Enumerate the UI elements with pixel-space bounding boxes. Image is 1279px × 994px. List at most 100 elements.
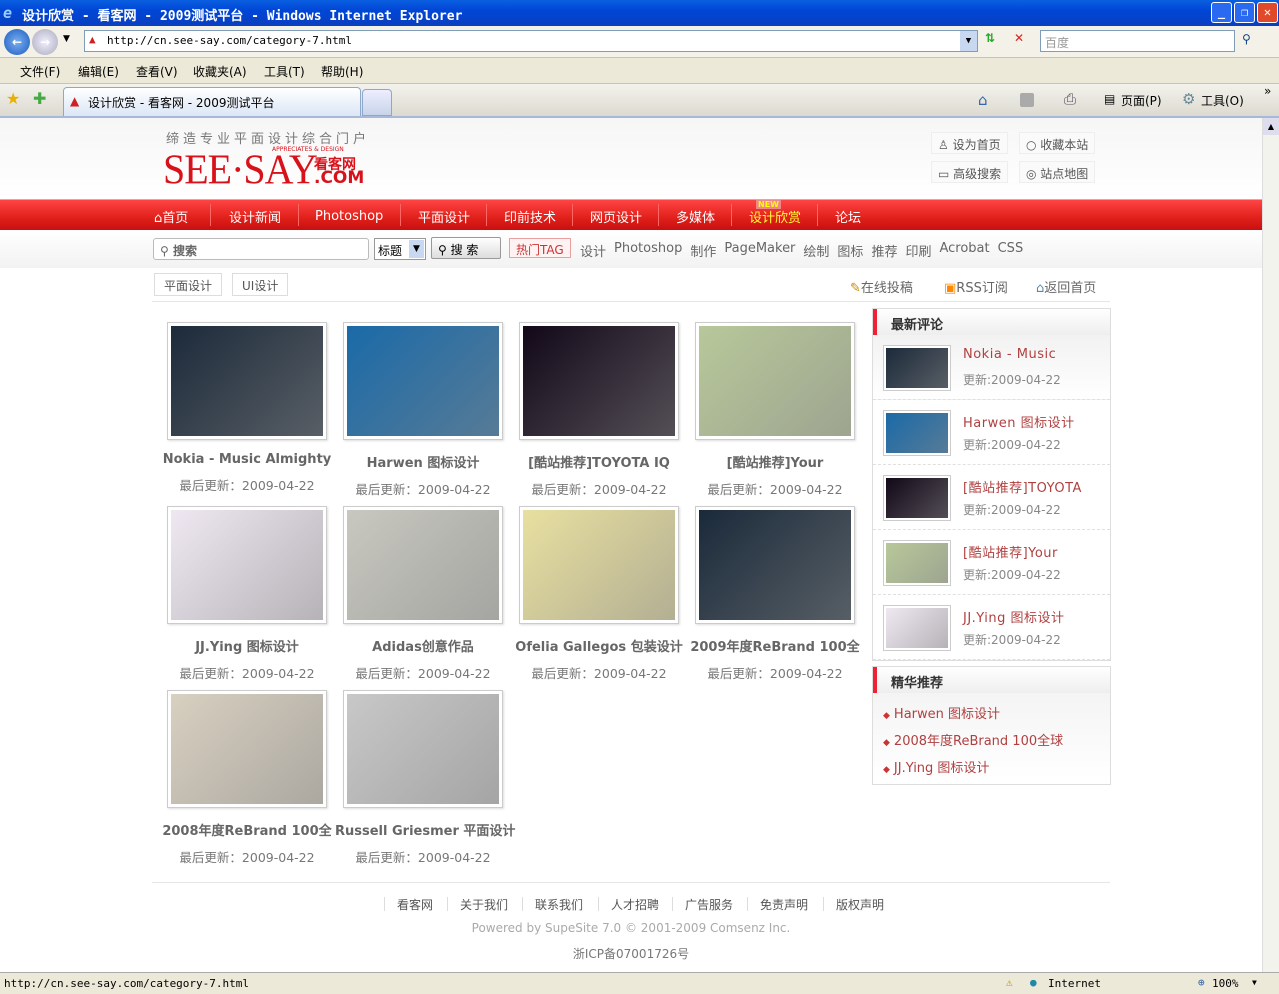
tag-link[interactable]: PageMaker <box>724 241 795 260</box>
latest-comment-item[interactable]: JJ.Ying 图标设计 更新:2009-04-22 <box>873 595 1110 660</box>
icp-number[interactable]: 浙ICP备07001726号 <box>0 945 1262 962</box>
latest-title[interactable]: Harwen 图标设计 <box>963 412 1075 431</box>
gallery-item[interactable]: 2009年度ReBrand 100全 最后更新：2009-04-22 <box>687 506 863 682</box>
recommended-item[interactable]: ◆ 2008年度ReBrand 100全球 <box>873 726 1110 753</box>
tag-link[interactable]: 设计 <box>580 241 606 260</box>
recommended-item[interactable]: ◆ Harwen 图标设计 <box>873 699 1110 726</box>
footer-link[interactable]: 看客网 <box>397 896 433 913</box>
restore-button[interactable]: ❐ <box>1234 2 1255 23</box>
latest-thumbnail[interactable] <box>883 605 951 651</box>
latest-thumbnail[interactable] <box>883 540 951 586</box>
nav-web[interactable]: 网页设计 <box>590 207 642 226</box>
gallery-thumbnail[interactable] <box>695 322 855 440</box>
nav-graphic[interactable]: 平面设计 <box>418 207 470 226</box>
gallery-item[interactable]: [酷站推荐]Your 最后更新：2009-04-22 <box>687 322 863 498</box>
gallery-thumbnail[interactable] <box>695 506 855 624</box>
gallery-thumbnail[interactable] <box>519 506 679 624</box>
search-button[interactable]: ⚲ 搜 索 <box>431 237 501 259</box>
url-input[interactable]: ▲ http://cn.see-say.com/category-7.html … <box>84 30 978 52</box>
latest-title[interactable]: JJ.Ying 图标设计 <box>963 607 1065 626</box>
gallery-item-title[interactable]: Harwen 图标设计 <box>335 452 511 471</box>
page-menu[interactable]: 页面(P) <box>1121 92 1162 109</box>
site-search-input[interactable]: ⚲ 搜索 <box>153 238 369 260</box>
menu-view[interactable]: 查看(V) <box>136 63 178 80</box>
tag-link[interactable]: Photoshop <box>614 241 682 260</box>
tag-link[interactable]: 图标 <box>837 241 863 260</box>
gallery-item-title[interactable]: Russell Griesmer 平面设计 <box>335 820 515 839</box>
search-type-select[interactable]: 标题 ▼ <box>374 238 426 260</box>
home-icon[interactable]: ⌂ <box>978 91 988 109</box>
close-button[interactable]: ✕ <box>1257 2 1278 23</box>
gallery-item-title[interactable]: [酷站推荐]TOYOTA IQ <box>511 452 687 471</box>
nav-home[interactable]: ⌂首页 <box>154 207 188 226</box>
feeds-icon[interactable] <box>1020 93 1034 107</box>
latest-comment-item[interactable]: [酷站推荐]Your 更新:2009-04-22 <box>873 530 1110 595</box>
favorites-star-icon[interactable]: ★ <box>6 89 20 108</box>
minimize-button[interactable]: _ <box>1211 2 1232 23</box>
recommended-item[interactable]: ◆ JJ.Ying 图标设计 <box>873 753 1110 780</box>
latest-thumbnail[interactable] <box>883 345 951 391</box>
tag-link[interactable]: 印刷 <box>905 241 931 260</box>
gallery-item[interactable]: 2008年度ReBrand 100全 最后更新：2009-04-22 <box>159 690 335 866</box>
tab-graphic-design[interactable]: 平面设计 <box>154 273 223 296</box>
zoom-level[interactable]: 100% <box>1212 977 1239 990</box>
new-tab-button[interactable] <box>362 89 392 116</box>
nav-news[interactable]: 设计新闻 <box>229 207 281 226</box>
submit-link[interactable]: ✎在线投稿 <box>850 277 913 296</box>
nav-appreciation[interactable]: 设计欣赏 <box>749 207 801 226</box>
menu-tools[interactable]: 工具(T) <box>264 63 305 80</box>
latest-title[interactable]: [酷站推荐]Your <box>963 542 1058 561</box>
gallery-item-title[interactable]: Adidas创意作品 <box>335 636 511 655</box>
menu-file[interactable]: 文件(F) <box>20 63 60 80</box>
footer-link[interactable]: 版权声明 <box>836 896 884 913</box>
sitemap-link[interactable]: ◎ 站点地图 <box>1019 161 1096 183</box>
zoom-dropdown-icon[interactable]: ▼ <box>1252 978 1257 987</box>
chevron-more-icon[interactable]: » <box>1264 84 1271 98</box>
gallery-item[interactable]: Ofelia Gallegos 包装设计 最后更新：2009-04-22 <box>511 506 687 682</box>
gallery-thumbnail[interactable] <box>167 322 327 440</box>
gallery-item-title[interactable]: 2008年度ReBrand 100全 <box>159 820 335 839</box>
footer-link[interactable]: 关于我们 <box>460 896 508 913</box>
back-button[interactable]: ← <box>4 29 30 55</box>
menu-edit[interactable]: 编辑(E) <box>78 63 119 80</box>
footer-link[interactable]: 人才招聘 <box>611 896 659 913</box>
history-dropdown-icon[interactable]: ▼ <box>63 34 70 44</box>
vertical-scrollbar[interactable]: ▲ <box>1262 118 1279 972</box>
gallery-item-title[interactable]: 2009年度ReBrand 100全 <box>687 636 863 655</box>
gallery-thumbnail[interactable] <box>343 506 503 624</box>
gallery-thumbnail[interactable] <box>343 690 503 808</box>
set-homepage-link[interactable]: ♙ 设为首页 <box>931 132 1008 154</box>
forward-button[interactable]: → <box>32 29 58 55</box>
gallery-item-title[interactable]: Nokia - Music Almighty <box>159 452 335 467</box>
advanced-search-link[interactable]: ▭ 高级搜索 <box>931 161 1009 183</box>
gallery-thumbnail[interactable] <box>343 322 503 440</box>
menu-help[interactable]: 帮助(H) <box>321 63 363 80</box>
nav-multimedia[interactable]: 多媒体 <box>676 207 715 226</box>
refresh-icon[interactable]: ⇅ <box>985 31 995 45</box>
gallery-item[interactable]: Adidas创意作品 最后更新：2009-04-22 <box>335 506 511 682</box>
recommended-title[interactable]: Harwen 图标设计 <box>894 707 1000 722</box>
gallery-item-title[interactable]: [酷站推荐]Your <box>687 452 863 471</box>
tab-ui-design[interactable]: UI设计 <box>232 273 289 296</box>
gallery-item-title[interactable]: Ofelia Gallegos 包装设计 <box>511 636 687 655</box>
gallery-thumbnail[interactable] <box>167 690 327 808</box>
latest-comment-item[interactable]: [酷站推荐]TOYOTA 更新:2009-04-22 <box>873 465 1110 530</box>
tag-link[interactable]: 绘制 <box>803 241 829 260</box>
bookmark-link[interactable]: ○ 收藏本站 <box>1019 132 1096 154</box>
gallery-thumbnail[interactable] <box>167 506 327 624</box>
gallery-item[interactable]: JJ.Ying 图标设计 最后更新：2009-04-22 <box>159 506 335 682</box>
nav-forum[interactable]: 论坛 <box>835 207 861 226</box>
latest-title[interactable]: [酷站推荐]TOYOTA <box>963 477 1082 496</box>
rss-link[interactable]: ▣RSS订阅 <box>944 277 1008 296</box>
search-go-icon[interactable]: ⚲ <box>1242 32 1251 46</box>
nav-photoshop[interactable]: Photoshop <box>315 209 383 224</box>
gallery-item-title[interactable]: JJ.Ying 图标设计 <box>159 636 335 655</box>
nav-prepress[interactable]: 印前技术 <box>504 207 556 226</box>
print-icon[interactable]: ⎙ <box>1064 90 1076 108</box>
gallery-item[interactable]: [酷站推荐]TOYOTA IQ 最后更新：2009-04-22 <box>511 322 687 498</box>
latest-comment-item[interactable]: Nokia - Music 更新:2009-04-22 <box>873 335 1110 400</box>
gallery-item[interactable]: Nokia - Music Almighty 最后更新：2009-04-22 <box>159 322 335 494</box>
footer-link[interactable]: 广告服务 <box>685 896 733 913</box>
tab-current[interactable]: ▲ 设计欣赏 - 看客网 - 2009测试平台 <box>63 87 361 116</box>
footer-link[interactable]: 免责声明 <box>760 896 808 913</box>
